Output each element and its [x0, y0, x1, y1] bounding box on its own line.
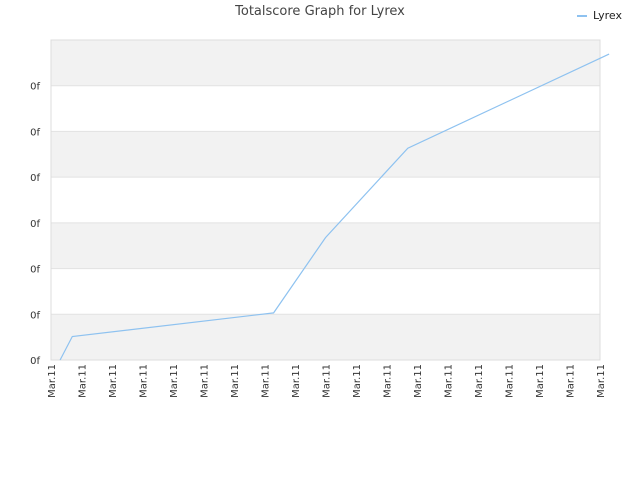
x-tick-label: Mar.11 — [535, 364, 546, 398]
y-tick-label: 0f — [30, 356, 40, 367]
y-tick-label: 0f — [30, 310, 40, 321]
grid-band — [51, 40, 600, 86]
y-tick-label: 0f — [30, 82, 40, 93]
x-tick-label: Mar.11 — [383, 364, 394, 398]
x-tick-label: Mar.11 — [352, 364, 363, 398]
chart: Totalscore Graph for Lyrex Lyrex 0f 0f 0f 0… — [0, 0, 640, 480]
x-tick-label: Mar.11 — [200, 364, 211, 398]
x-tick-label: Mar.11 — [139, 364, 150, 398]
x-tick-label: Mar.11 — [505, 364, 516, 398]
x-tick-label: Mar.11 — [474, 364, 485, 398]
grid-band — [51, 268, 600, 315]
x-tick-label: Mar.11 — [596, 364, 607, 398]
x-tick-label: Mar.11 — [291, 364, 302, 398]
x-tick-label: Mar.11 — [230, 364, 241, 398]
x-tick-label: Mar.11 — [47, 364, 58, 398]
y-tick-label: 0f — [30, 173, 40, 184]
x-tick-label: Mar.11 — [169, 364, 180, 398]
grid-band — [51, 85, 600, 132]
x-tick-label: Mar.11 — [78, 364, 89, 398]
x-tick-label: Mar.11 — [322, 364, 333, 398]
y-tick-label: 0f — [30, 265, 40, 276]
x-tick-label: Mar.11 — [108, 364, 119, 398]
grid-band — [51, 314, 600, 360]
x-tick-label: Mar.11 — [261, 364, 272, 398]
grid-band — [51, 131, 600, 178]
grid-band — [51, 177, 600, 223]
grid-band — [51, 222, 600, 269]
x-tick-label: Mar.11 — [566, 364, 577, 398]
x-tick-label: Mar.11 — [444, 364, 455, 398]
plot-area: 0f 0f 0f 0f 0f 0f 0f Mar.11 Mar.11 Mar.11 Mar.11 Ma… — [30, 39, 610, 398]
y-tick-label: 0f — [30, 127, 40, 138]
x-tick-label: Mar.11 — [413, 364, 424, 398]
y-tick-label: 0f — [30, 219, 40, 230]
